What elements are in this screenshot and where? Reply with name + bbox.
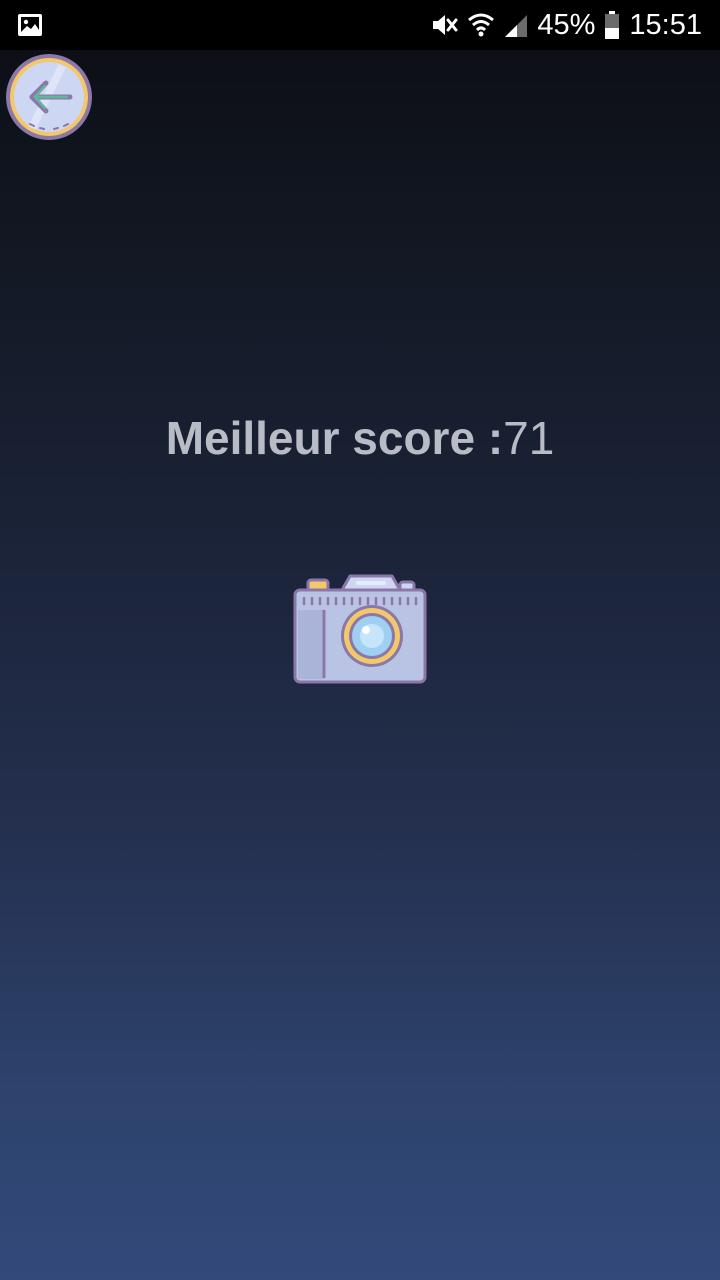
best-score-value: 71 — [503, 412, 555, 464]
battery-icon — [605, 11, 620, 39]
status-bar: 45% 15:51 — [0, 0, 720, 50]
camera-button[interactable] — [290, 572, 430, 688]
back-arrow-icon — [6, 54, 92, 140]
mute-vibrate-icon — [433, 15, 458, 35]
gallery-notification-icon — [18, 14, 42, 36]
clock: 15:51 — [629, 9, 702, 41]
battery-percent: 45% — [537, 9, 596, 41]
signal-icon — [505, 15, 528, 37]
best-score: Meilleur score :71 — [0, 408, 720, 468]
best-score-label: Meilleur score : — [165, 412, 504, 464]
wifi-icon — [468, 13, 495, 37]
camera-icon — [293, 574, 427, 684]
back-button[interactable] — [4, 52, 94, 142]
